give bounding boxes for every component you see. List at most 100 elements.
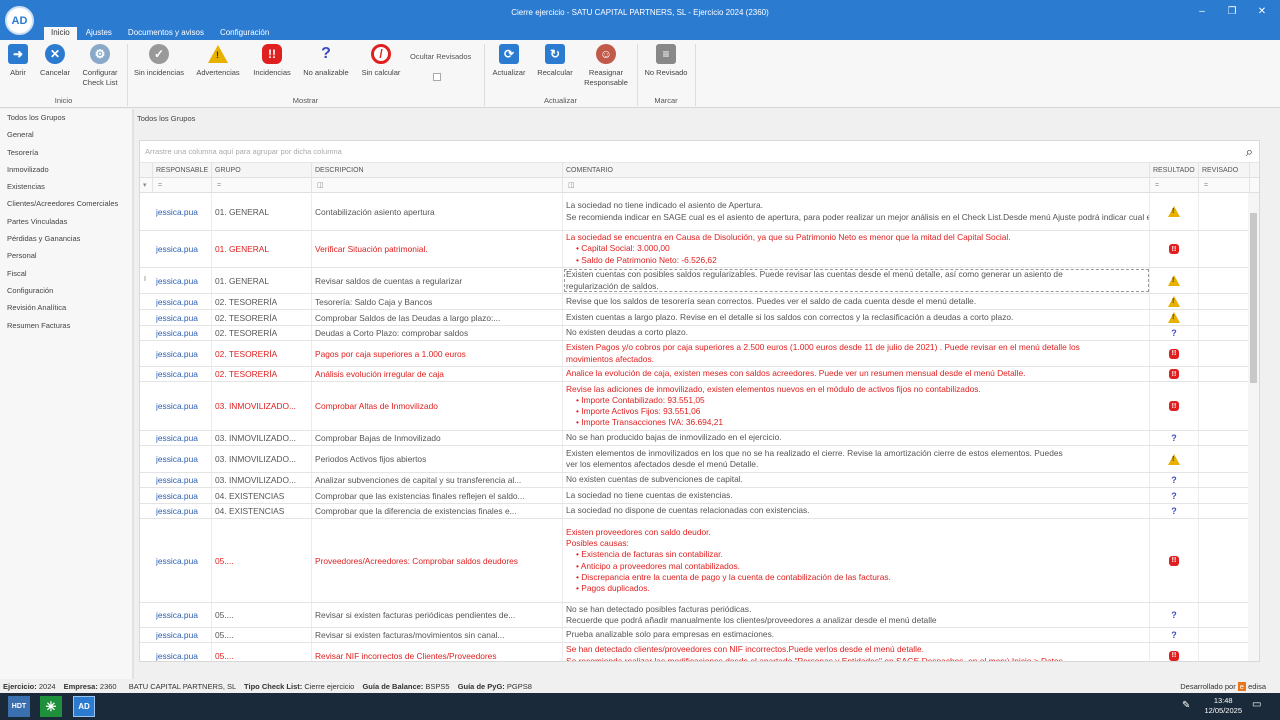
cell-revisado[interactable] [1199, 294, 1250, 309]
table-row[interactable]: jessica.pua 01. GENERAL Contabilización as… [140, 193, 1250, 231]
cell-comentario[interactable]: Prueba analizable solo para empresas en … [563, 628, 1150, 642]
cell-revisado[interactable] [1199, 628, 1250, 642]
tab-documentos[interactable]: Documentos y avisos [121, 27, 211, 40]
cell-grupo[interactable]: 04. EXISTENCIAS [212, 488, 312, 503]
cell-responsable[interactable]: jessica.pua [153, 603, 212, 627]
cell-comentario[interactable]: Existen cuentas con posibles saldos regu… [563, 268, 1150, 293]
cell-responsable[interactable]: jessica.pua [153, 310, 212, 325]
table-row[interactable]: jessica.pua 04. EXISTENCIAS Comprobar que … [140, 488, 1250, 504]
table-row[interactable]: jessica.pua 03. INMOVILIZADO... Comprobar … [140, 431, 1250, 446]
minimize-icon[interactable]: – [1192, 5, 1212, 19]
cell-resultado[interactable]: !! [1150, 341, 1199, 366]
cell-comentario[interactable]: No se han detectado posibles facturas pe… [563, 603, 1150, 627]
cell-descripcion[interactable]: Comprobar Bajas de Inmovilizado [312, 431, 563, 445]
search-icon[interactable]: ⌕ [1246, 144, 1253, 160]
cell-descripcion[interactable]: Verificar Situación patrimonial. [312, 231, 563, 267]
sidebar-item[interactable]: Inmovilizado [0, 161, 132, 178]
filter-descripcion[interactable]: ◫ [312, 178, 563, 193]
filter-resultado[interactable]: = [1150, 178, 1199, 193]
filter-revisado[interactable]: = [1199, 178, 1250, 193]
cell-grupo[interactable]: 02. TESORERÍA [212, 310, 312, 325]
cell-responsable[interactable]: jessica.pua [153, 431, 212, 445]
cell-grupo[interactable]: 05.... [212, 628, 312, 642]
recalcular-button[interactable]: ↻ Recalcular [534, 43, 576, 78]
cell-comentario[interactable]: Analice la evolución de caja, existen me… [563, 367, 1150, 381]
cell-responsable[interactable]: jessica.pua [153, 382, 212, 430]
cell-grupo[interactable]: 02. TESORERÍA [212, 294, 312, 309]
cell-comentario[interactable]: Existen elementos de inmovilizados en lo… [563, 446, 1150, 472]
cell-grupo[interactable]: 03. INMOVILIZADO... [212, 382, 312, 430]
cell-comentario[interactable]: No se han producido bajas de inmovilizad… [563, 431, 1150, 445]
vertical-scrollbar[interactable] [1248, 193, 1259, 661]
cell-resultado[interactable]: ! [1150, 268, 1199, 293]
cell-comentario[interactable]: Se han detectado clientes/proveedores co… [563, 643, 1150, 661]
cell-grupo[interactable]: 03. INMOVILIZADO... [212, 473, 312, 487]
header-resultado[interactable]: RESULTADO [1150, 163, 1199, 178]
header-grupo[interactable]: GRUPO [212, 163, 312, 178]
header-responsable[interactable]: RESPONSABLE [153, 163, 212, 178]
cell-revisado[interactable] [1199, 446, 1250, 472]
table-row[interactable]: Ijessica.pua 01. GENERAL Revisar saldos de… [140, 268, 1250, 294]
cell-revisado[interactable] [1199, 488, 1250, 503]
cell-responsable[interactable]: jessica.pua [153, 473, 212, 487]
cell-responsable[interactable]: jessica.pua [153, 294, 212, 309]
cell-revisado[interactable] [1199, 382, 1250, 430]
cell-grupo[interactable]: 02. TESORERÍA [212, 341, 312, 366]
cell-revisado[interactable] [1199, 367, 1250, 381]
sidebar-item[interactable]: Tesorería [0, 144, 132, 161]
sin-calcular-button[interactable]: / Sin calcular [358, 43, 404, 78]
table-row[interactable]: jessica.pua 05.... Revisar si existen fact… [140, 603, 1250, 628]
cell-responsable[interactable]: jessica.pua [153, 446, 212, 472]
cell-descripcion[interactable]: Pagos por caja superiores a 1.000 euros [312, 341, 563, 366]
cell-revisado[interactable] [1199, 473, 1250, 487]
filter-responsable[interactable]: = [153, 178, 212, 193]
sidebar-item[interactable]: Fiscal [0, 265, 132, 282]
cell-responsable[interactable]: jessica.pua [153, 268, 212, 293]
header-descripcion[interactable]: DESCRIPCION [312, 163, 563, 178]
cell-comentario[interactable]: Existen proveedores con saldo deudor. Pos… [563, 519, 1150, 602]
taskbar-app-hdt[interactable]: HDT [8, 696, 30, 717]
table-row[interactable]: jessica.pua 02. TESORERÍA Pagos por caja s… [140, 341, 1250, 367]
cell-responsable[interactable]: jessica.pua [153, 193, 212, 230]
cell-responsable[interactable]: jessica.pua [153, 504, 212, 518]
taskbar-clock[interactable]: 13:48 12/05/2025 [1204, 696, 1242, 716]
cell-comentario[interactable]: No existen deudas a corto plazo. [563, 326, 1150, 340]
abrir-button[interactable]: ➜ Abrir [5, 43, 31, 78]
cell-grupo[interactable]: 01. GENERAL [212, 193, 312, 230]
cell-revisado[interactable] [1199, 504, 1250, 518]
cell-descripcion[interactable]: Proveedores/Acreedores: Comprobar saldos… [312, 519, 563, 602]
cell-revisado[interactable] [1199, 193, 1250, 230]
cell-revisado[interactable] [1199, 519, 1250, 602]
filter-comentario[interactable]: ◫ [563, 178, 1150, 193]
cell-resultado[interactable]: ! [1150, 294, 1199, 309]
cell-resultado[interactable]: ? [1150, 431, 1199, 445]
no-analizable-button[interactable]: ? No analizable [299, 43, 353, 78]
table-row[interactable]: jessica.pua 05.... Revisar si existen fact… [140, 628, 1250, 643]
sidebar-item[interactable]: Todos los Grupos [0, 109, 132, 126]
header-revisado[interactable]: REVISADO [1199, 163, 1250, 178]
cell-resultado[interactable]: ? [1150, 473, 1199, 487]
taskbar-app-green[interactable]: ✳ [40, 696, 62, 717]
sidebar-item[interactable]: Existencias [0, 178, 132, 195]
cell-responsable[interactable]: jessica.pua [153, 341, 212, 366]
cell-descripcion[interactable]: Deudas a Corto Plazo: comprobar saldos [312, 326, 563, 340]
cell-descripcion[interactable]: Periodos Activos fijos abiertos [312, 446, 563, 472]
actualizar-button[interactable]: ⟳ Actualizar [488, 43, 530, 78]
table-row[interactable]: jessica.pua 02. TESORERÍA Tesorería: Saldo… [140, 294, 1250, 310]
cell-resultado[interactable]: ! [1150, 193, 1199, 230]
table-row[interactable]: jessica.pua 03. INMOVILIZADO... Analizar s… [140, 473, 1250, 488]
cell-responsable[interactable]: jessica.pua [153, 488, 212, 503]
tab-ajustes[interactable]: Ajustes [79, 27, 119, 40]
cell-revisado[interactable] [1199, 231, 1250, 267]
cell-comentario[interactable]: La sociedad no tiene cuentas de existenc… [563, 488, 1150, 503]
pen-icon[interactable]: ✎ [1182, 700, 1190, 711]
cell-descripcion[interactable]: Comprobar que la diferencia de existenci… [312, 504, 563, 518]
sidebar-item[interactable]: Pérdidas y Ganancias [0, 230, 132, 247]
sidebar-item[interactable]: Revisión Analítica [0, 299, 132, 316]
incidencias-button[interactable]: !! Incidencias [250, 43, 294, 78]
table-row[interactable]: jessica.pua 03. INMOVILIZADO... Periodos A… [140, 446, 1250, 473]
cell-comentario[interactable]: Revise que los saldos de tesorería sean … [563, 294, 1150, 309]
tab-inicio[interactable]: Inicio [44, 27, 77, 40]
cell-resultado[interactable]: ! [1150, 310, 1199, 325]
ocultar-revisados-checkbox[interactable] [433, 73, 441, 81]
